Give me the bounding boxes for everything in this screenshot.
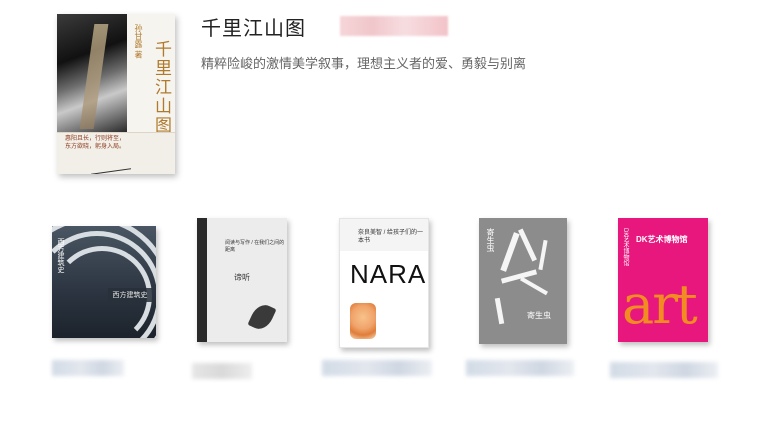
cover-title: 谛听 bbox=[234, 273, 250, 282]
sketch-stroke bbox=[520, 276, 548, 296]
cover-spine bbox=[197, 218, 207, 342]
sketch-stroke bbox=[494, 297, 505, 325]
sketch-stroke bbox=[518, 228, 537, 262]
cover-title: 寄生虫 bbox=[527, 311, 551, 320]
book-card-5[interactable]: DK艺术博物馆 DK艺术博物馆 art bbox=[618, 218, 724, 346]
cover-art-lettering: art bbox=[622, 273, 698, 336]
cover-artwork bbox=[57, 14, 127, 132]
book-caption-5 bbox=[610, 362, 718, 378]
book-cover-3[interactable]: 奈良美智 / 给孩子们的一本书 NARA bbox=[339, 218, 429, 348]
cover-illustration bbox=[350, 303, 376, 339]
cover-subtitle: 阅读与写作 / 在我们之间的距离 bbox=[225, 240, 285, 253]
featured-book-cover[interactable]: 孙甘露 著 千里江山图 惠阳且长，行则将至，东方欲晓，躬身入局。 bbox=[57, 14, 175, 174]
sketch-stroke bbox=[500, 232, 520, 272]
cover-subtitle: 奈良美智 / 给孩子们的一本书 bbox=[358, 230, 424, 244]
blurred-meta-tag bbox=[340, 16, 448, 36]
book-cover-5[interactable]: DK艺术博物馆 DK艺术博物馆 art bbox=[618, 218, 708, 342]
book-recommendation-panel: 孙甘露 著 千里江山图 惠阳且长，行则将至，东方欲晓，躬身入局。 千里江山图 精… bbox=[0, 0, 759, 432]
book-caption-2 bbox=[192, 363, 252, 379]
book-card-3[interactable]: 奈良美智 / 给孩子们的一本书 NARA bbox=[339, 218, 445, 348]
sketch-stroke bbox=[538, 239, 548, 271]
cover-side-title: 寄生虫 bbox=[486, 228, 495, 252]
book-caption-4 bbox=[466, 360, 574, 376]
cover-side-title: DK艺术博物馆 bbox=[622, 228, 628, 267]
book-cover-2[interactable]: 阅读与写作 / 在我们之间的距离 谛听 bbox=[197, 218, 287, 342]
cover-title: NARA bbox=[350, 259, 427, 289]
book-card-4[interactable]: 寄生虫 寄生虫 bbox=[479, 218, 585, 346]
book-caption-1 bbox=[52, 360, 124, 376]
book-caption-3 bbox=[322, 360, 432, 376]
cover-title: DK艺术博物馆 bbox=[636, 235, 688, 244]
cover-title: 西方建筑史 bbox=[108, 288, 152, 302]
leaf-graphic bbox=[247, 300, 277, 334]
cover-title: 千里江山图 bbox=[151, 40, 171, 135]
featured-book-title[interactable]: 千里江山图 bbox=[201, 12, 306, 41]
book-card-2[interactable]: 阅读与写作 / 在我们之间的距离 谛听 bbox=[0, 218, 287, 346]
book-cover-4[interactable]: 寄生虫 寄生虫 bbox=[479, 218, 567, 344]
cover-author: 孙甘露 著 bbox=[134, 24, 143, 59]
cover-quote: 惠阳且长，行则将至，东方欲晓，躬身入局。 bbox=[65, 135, 126, 150]
featured-book-description: 精粹险峻的激情美学叙事，理想主义者的爱、勇毅与别离 bbox=[201, 57, 527, 72]
